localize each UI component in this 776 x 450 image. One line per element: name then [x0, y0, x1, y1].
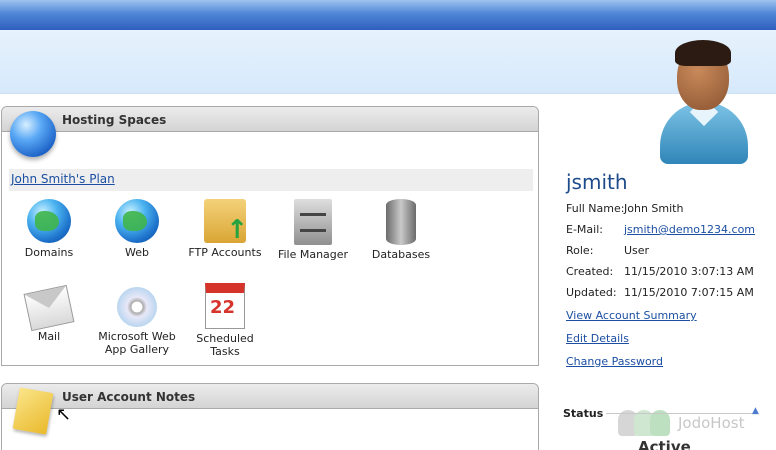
hosting-spaces-header: Hosting Spaces: [2, 107, 538, 132]
globe-domains-icon: [27, 199, 71, 243]
role-value: User: [624, 244, 650, 257]
calendar-clock-icon: [205, 283, 245, 329]
tile-domains-label: Domains: [24, 246, 74, 259]
username-heading: jsmith: [566, 170, 628, 194]
created-label: Created:: [566, 265, 614, 278]
watermark-text: JodoHost: [678, 414, 745, 432]
email-link[interactable]: jsmith@demo1234.com: [624, 223, 755, 236]
info-row-role: Role: User: [566, 244, 649, 257]
updated-label: Updated:: [566, 286, 617, 299]
tile-file-manager-label: File Manager: [277, 248, 349, 261]
file-cabinet-icon: [294, 199, 332, 245]
view-account-summary-link[interactable]: View Account Summary: [566, 309, 697, 322]
cd-disc-icon: [117, 287, 157, 327]
tile-domains[interactable]: Domains: [9, 199, 89, 259]
hosting-spaces-panel: Hosting Spaces John Smith's Plan Domains…: [1, 106, 539, 366]
tile-mail-label: Mail: [37, 330, 61, 343]
status-value: Active: [638, 438, 691, 450]
plan-link[interactable]: John Smith's Plan: [11, 172, 115, 186]
hosting-globe-icon: [10, 111, 56, 157]
tile-mail[interactable]: Mail: [9, 283, 89, 343]
top-bar: [0, 0, 776, 30]
tile-web-app-gallery[interactable]: Microsoft Web App Gallery: [97, 283, 177, 356]
tile-ftp-label: FTP Accounts: [188, 246, 262, 259]
status-divider: [606, 413, 756, 414]
tile-databases-label: Databases: [371, 248, 431, 261]
ftp-folder-icon: [204, 199, 248, 245]
hosting-spaces-title: Hosting Spaces: [62, 113, 167, 127]
updated-value: 11/15/2010 7:07:15 AM: [624, 286, 754, 299]
tile-web-label: Web: [125, 246, 149, 259]
change-password-link[interactable]: Change Password: [566, 355, 663, 368]
tile-databases[interactable]: Databases: [361, 199, 441, 261]
tile-file-manager[interactable]: File Manager: [273, 199, 353, 261]
sticky-note-icon: [12, 387, 54, 435]
user-account-notes-panel: User Account Notes ↖: [1, 383, 539, 450]
mail-envelope-icon: [23, 284, 75, 332]
database-icon: [386, 199, 416, 245]
tile-scheduled-tasks-label: Scheduled Tasks: [196, 332, 254, 358]
info-row-updated: Updated: 11/15/2010 7:07:15 AM: [566, 286, 754, 299]
role-label: Role:: [566, 244, 594, 257]
full-name-label: Full Name:: [566, 202, 625, 215]
email-label: E-Mail:: [566, 223, 603, 236]
info-row-full-name: Full Name: John Smith: [566, 202, 683, 215]
jodohost-watermark: JodoHost: [614, 406, 764, 440]
status-title: Status: [563, 407, 604, 420]
avatar-hair: [675, 40, 731, 66]
created-value: 11/15/2010 3:07:13 AM: [624, 265, 754, 278]
mouse-cursor-icon: ↖: [56, 404, 72, 425]
info-row-created: Created: 11/15/2010 3:07:13 AM: [566, 265, 754, 278]
tile-ftp-accounts[interactable]: FTP Accounts: [185, 199, 265, 259]
tile-scheduled-tasks[interactable]: Scheduled Tasks: [185, 283, 265, 358]
edit-details-link[interactable]: Edit Details: [566, 332, 629, 345]
full-name-value: John Smith: [624, 202, 684, 215]
tile-web[interactable]: Web: [97, 199, 177, 259]
user-account-notes-header: User Account Notes: [2, 384, 538, 409]
plan-bar: John Smith's Plan: [9, 169, 533, 191]
tile-web-app-gallery-label: Microsoft Web App Gallery: [98, 330, 176, 356]
user-avatar: [660, 40, 748, 164]
user-account-notes-title: User Account Notes: [62, 390, 196, 404]
info-row-email: E-Mail: jsmith@demo1234.com: [566, 223, 755, 236]
globe-web-icon: [115, 199, 159, 243]
collapse-arrow-icon[interactable]: ▲: [752, 406, 759, 416]
